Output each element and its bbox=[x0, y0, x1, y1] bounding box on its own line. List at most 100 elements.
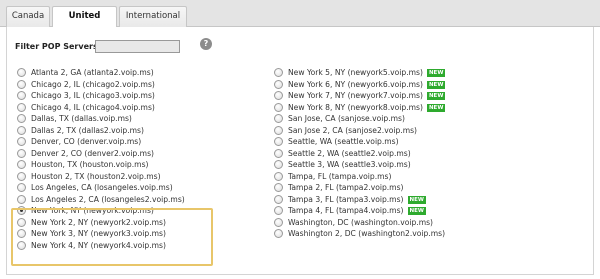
server-name: Seattle 2, WA (seattle2.voip.ms) bbox=[288, 148, 411, 158]
radio-button[interactable] bbox=[274, 91, 283, 100]
server-name: New York 6, NY (newyork6.voip.ms) bbox=[288, 79, 423, 89]
server-option-label: Washington, DC (washington.voip.ms) bbox=[288, 218, 433, 227]
server-option-label: Dallas 2, TX (dallas2.voip.ms) bbox=[31, 126, 144, 135]
new-badge: NEW bbox=[407, 195, 426, 204]
server-option-label: Washington 2, DC (washington2.voip.ms) bbox=[288, 229, 445, 238]
filter-pop-servers-input[interactable] bbox=[95, 40, 180, 53]
server-option-label: Los Angeles 2, CA (losangeles2.voip.ms) bbox=[31, 195, 185, 204]
server-name: New York, NY (newyork.voip.ms) bbox=[31, 206, 154, 215]
server-option-label: New York 2, NY (newyork2.voip.ms) bbox=[31, 218, 166, 227]
radio-button[interactable] bbox=[17, 102, 26, 112]
server-name: Washington 2, DC (washington2.voip.ms) bbox=[288, 229, 446, 238]
server-name: Chicago 4, IL (chicago4.voip.ms) bbox=[31, 102, 155, 112]
radio-button[interactable] bbox=[17, 114, 26, 123]
radio-button[interactable] bbox=[17, 194, 26, 204]
server-name: Chicago 3, IL (chicago3.voip.ms) bbox=[31, 91, 155, 100]
tab-bar: Canada United States International bbox=[0, 0, 600, 40]
server-name: Seattle, WA (seattle.voip.ms) bbox=[288, 137, 399, 146]
server-option-label: Seattle 2, WA (seattle2.voip.ms) bbox=[288, 149, 411, 158]
radio-button[interactable] bbox=[274, 68, 283, 77]
radio-button[interactable] bbox=[274, 217, 283, 227]
server-name: San Jose 2, CA (sanjose2.voip.ms) bbox=[288, 125, 418, 135]
server-option-label: San Jose, CA (sanjose.voip.ms) bbox=[288, 114, 405, 123]
radio-button[interactable] bbox=[274, 148, 283, 158]
server-name: New York 5, NY (newyork5.voip.ms) bbox=[288, 68, 423, 77]
server-name: Tampa 4, FL (tampa4.voip.ms) bbox=[288, 206, 404, 215]
server-name: Atlanta 2, GA (atlanta2.voip.ms) bbox=[31, 68, 154, 77]
help-icon[interactable]: ? bbox=[200, 38, 212, 50]
server-option-label: New York 6, NY (newyork6.voip.ms) NEW bbox=[288, 79, 446, 89]
server-name: Dallas 2, TX (dallas2.voip.ms) bbox=[31, 125, 144, 135]
server-option-label: New York 4, NY (newyork4.voip.ms) bbox=[31, 241, 166, 250]
server-option-label: New York, NY (newyork.voip.ms) bbox=[31, 206, 154, 215]
server-option-label: Chicago 2, IL (chicago2.voip.ms) bbox=[31, 80, 155, 89]
server-name: Chicago 2, IL (chicago2.voip.ms) bbox=[31, 79, 155, 89]
server-option-label: Tampa 4, FL (tampa4.voip.ms) NEW bbox=[288, 206, 426, 215]
radio-button[interactable] bbox=[17, 160, 26, 169]
server-option-label: Chicago 4, IL (chicago4.voip.ms) bbox=[31, 103, 155, 112]
server-name: Los Angeles 2, CA (losangeles2.voip.ms) bbox=[31, 194, 185, 204]
new-badge: NEW bbox=[426, 69, 446, 77]
radio-button[interactable] bbox=[274, 206, 283, 215]
tab-international[interactable]: International bbox=[119, 6, 187, 27]
radio-button[interactable] bbox=[17, 217, 26, 227]
server-option-label: Tampa, FL (tampa.voip.ms) bbox=[288, 172, 391, 181]
server-name: New York 2, NY (newyork2.voip.ms) bbox=[31, 217, 166, 227]
radio-button[interactable] bbox=[17, 148, 26, 158]
server-name: Dallas, TX (dallas.voip.ms) bbox=[31, 114, 132, 123]
radio-button[interactable] bbox=[274, 102, 283, 112]
radio-button[interactable] bbox=[274, 229, 283, 238]
server-option-label: Seattle, WA (seattle.voip.ms) bbox=[288, 137, 399, 146]
server-name: New York 4, NY (newyork4.voip.ms) bbox=[31, 240, 166, 250]
server-name: Tampa 2, FL (tampa2.voip.ms) bbox=[288, 183, 404, 192]
server-option-label: Los Angeles, CA (losangeles.voip.ms) bbox=[31, 183, 173, 192]
server-name: Seattle 3, WA (seattle3.voip.ms) bbox=[288, 160, 411, 169]
radio-button[interactable] bbox=[17, 206, 26, 215]
radio-button[interactable] bbox=[17, 137, 26, 146]
radio-button[interactable] bbox=[274, 79, 283, 89]
radio-button[interactable] bbox=[17, 91, 26, 100]
tab-canada[interactable]: Canada bbox=[6, 6, 50, 27]
new-badge: NEW bbox=[426, 103, 446, 112]
radio-button[interactable] bbox=[274, 183, 283, 192]
radio-button[interactable] bbox=[17, 240, 26, 250]
server-name: San Jose, CA (sanjose.voip.ms) bbox=[288, 114, 405, 123]
server-name: Denver 2, CO (denver2.voip.ms) bbox=[31, 148, 154, 158]
server-name: Los Angeles, CA (losangeles.voip.ms) bbox=[31, 183, 173, 192]
server-option-label: Tampa 2, FL (tampa2.voip.ms) bbox=[288, 183, 404, 192]
server-option-label: Tampa 3, FL (tampa3.voip.ms) NEW bbox=[288, 195, 426, 204]
server-name: New York 7, NY (newyork7.voip.ms) bbox=[288, 91, 423, 100]
server-option-label: Denver, CO (denver.voip.ms) bbox=[31, 137, 141, 146]
server-option-label: Seattle 3, WA (seattle3.voip.ms) bbox=[288, 160, 411, 169]
server-option-label: San Jose 2, CA (sanjose2.voip.ms) bbox=[288, 126, 417, 135]
radio-button[interactable] bbox=[17, 79, 26, 89]
radio-button[interactable] bbox=[17, 125, 26, 135]
server-option-label: Houston 2, TX (houston2.voip.ms) bbox=[31, 172, 161, 181]
radio-button[interactable] bbox=[274, 160, 283, 169]
radio-button[interactable] bbox=[274, 114, 283, 123]
filter-label: Filter POP Servers: bbox=[15, 42, 101, 51]
server-option-label: Chicago 3, IL (chicago3.voip.ms) bbox=[31, 91, 155, 100]
radio-button[interactable] bbox=[274, 194, 283, 204]
new-badge: NEW bbox=[407, 207, 426, 215]
server-option-label: New York 5, NY (newyork5.voip.ms) NEW bbox=[288, 68, 446, 77]
server-option-label: Houston, TX (houston.voip.ms) bbox=[31, 160, 148, 169]
new-badge: NEW bbox=[426, 92, 446, 100]
server-option-label: Denver 2, CO (denver2.voip.ms) bbox=[31, 149, 154, 158]
server-name: Tampa 3, FL (tampa3.voip.ms) bbox=[288, 194, 404, 204]
radio-button[interactable] bbox=[274, 137, 283, 146]
server-name: New York 8, NY (newyork8.voip.ms) bbox=[288, 102, 423, 112]
radio-button[interactable] bbox=[17, 183, 26, 192]
radio-button[interactable] bbox=[274, 125, 283, 135]
server-name: Houston 2, TX (houston2.voip.ms) bbox=[31, 171, 161, 181]
radio-button[interactable] bbox=[17, 171, 26, 181]
radio-button[interactable] bbox=[17, 68, 26, 77]
server-name: Houston, TX (houston.voip.ms) bbox=[31, 160, 149, 169]
radio-button[interactable] bbox=[17, 229, 26, 238]
server-name: Denver, CO (denver.voip.ms) bbox=[31, 137, 142, 146]
new-badge: NEW bbox=[426, 80, 446, 89]
server-name: New York 3, NY (newyork3.voip.ms) bbox=[31, 229, 166, 238]
radio-button[interactable] bbox=[274, 171, 283, 181]
tab-united-states[interactable]: United States bbox=[52, 6, 117, 40]
server-option-label: New York 7, NY (newyork7.voip.ms) NEW bbox=[288, 91, 446, 100]
